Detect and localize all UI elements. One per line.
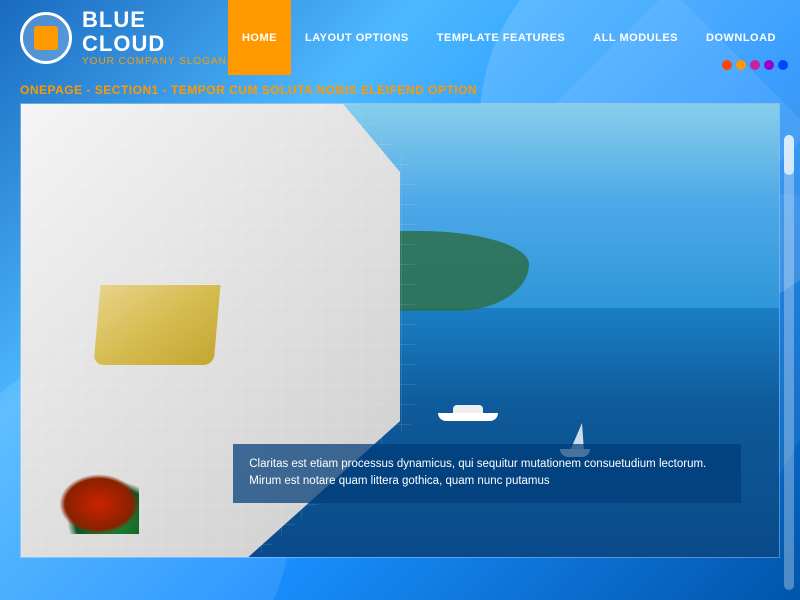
header: BLUE CLOUD YOUR COMPANY SLOGAN HOME LAYO… (0, 0, 800, 75)
scrollbar[interactable] (784, 135, 794, 590)
hero-awning (93, 285, 220, 365)
main-content: ONEPAGE - SECTION1 - TEMPOR CUM SOLUTA N… (20, 75, 780, 558)
logo-slogan: YOUR COMPANY SLOGAN (82, 56, 228, 67)
hero-container: Claritas est etiam processus dynamicus, … (20, 103, 780, 558)
hero-image: Claritas est etiam processus dynamicus, … (21, 104, 779, 557)
color-dot-1[interactable] (722, 60, 732, 70)
color-dot-2[interactable] (736, 60, 746, 70)
hero-caption-text: Claritas est etiam processus dynamicus, … (249, 458, 706, 487)
logo-title: BLUE CLOUD (82, 8, 228, 56)
logo-icon-inner (34, 26, 58, 50)
hero-plants (59, 474, 139, 534)
nav-item-home[interactable]: HOME (228, 0, 291, 75)
section-label: ONEPAGE - SECTION1 - TEMPOR CUM SOLUTA N… (20, 75, 780, 103)
color-dot-3[interactable] (750, 60, 760, 70)
main-nav: HOME LAYOUT OPTIONS TEMPLATE FEATURES AL… (228, 0, 790, 75)
hero-caption: Claritas est etiam processus dynamicus, … (233, 444, 741, 503)
logo-text: BLUE CLOUD YOUR COMPANY SLOGAN (82, 8, 228, 67)
color-dots-row (722, 60, 788, 70)
logo-area: BLUE CLOUD YOUR COMPANY SLOGAN (20, 8, 228, 67)
nav-item-all-modules[interactable]: ALL MODULES (579, 0, 692, 75)
hero-boat (438, 406, 498, 421)
hero-boat-body (438, 413, 498, 421)
nav-item-layout-options[interactable]: LAYOUT OPTIONS (291, 0, 423, 75)
nav-item-template-features[interactable]: TEMPLATE FEATURES (423, 0, 579, 75)
logo-icon (20, 12, 72, 64)
color-dot-4[interactable] (764, 60, 774, 70)
color-dot-5[interactable] (778, 60, 788, 70)
scrollbar-thumb[interactable] (784, 135, 794, 175)
